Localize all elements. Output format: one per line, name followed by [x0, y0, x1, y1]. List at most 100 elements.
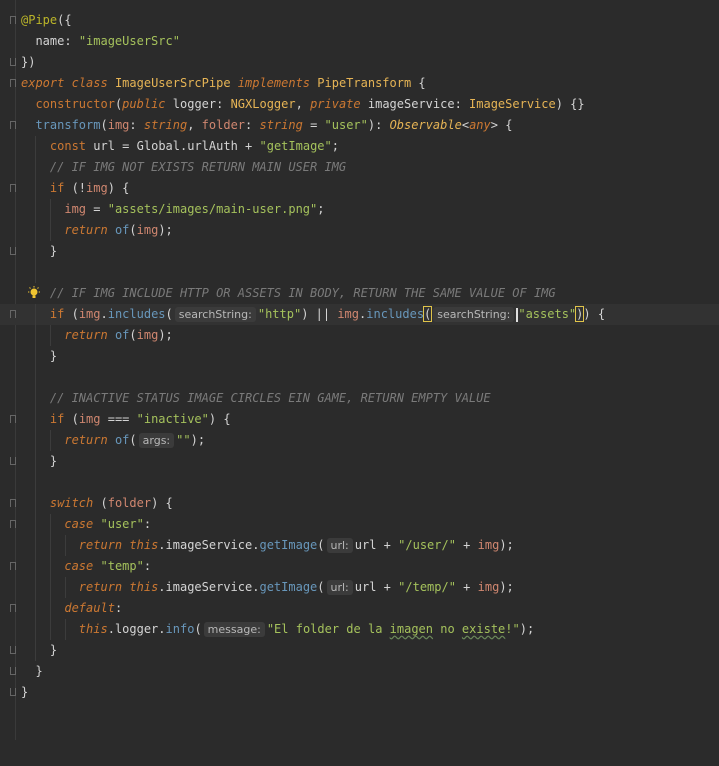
function-name: of: [114, 223, 130, 237]
string-literal: "/user/": [398, 538, 456, 552]
code-line-23: [0, 472, 719, 493]
fold-icon[interactable]: [10, 58, 16, 66]
keyword: constructor: [35, 97, 115, 111]
fold-icon[interactable]: [10, 499, 16, 507]
fold-icon[interactable]: [10, 646, 16, 654]
code-line-1: @Pipe({: [0, 10, 719, 31]
keyword: if: [49, 181, 65, 195]
fold-icon[interactable]: [10, 688, 16, 696]
fold-icon[interactable]: [10, 16, 16, 24]
keyword: default: [64, 601, 115, 615]
string-literal: "/temp/": [398, 580, 456, 594]
string-literal: "assets": [518, 307, 577, 321]
string-literal: "user": [100, 517, 144, 531]
parameter-hint: searchString:: [174, 307, 256, 322]
fold-icon[interactable]: [10, 457, 16, 465]
comment: // IF IMG INCLUDE HTTP OR ASSETS IN BODY…: [49, 286, 556, 300]
code-line-16: return of(img);: [0, 325, 719, 346]
string-literal: !": [505, 622, 520, 636]
fold-icon[interactable]: [10, 667, 16, 675]
parameter-hint: url:: [326, 580, 353, 595]
code-line-20: if (img === "inactive") {: [0, 409, 719, 430]
indent-guide: [35, 262, 36, 283]
keyword: export: [21, 76, 65, 90]
keyword: switch: [49, 496, 94, 510]
parameter: img: [477, 580, 500, 594]
method-name: getImage: [259, 538, 318, 552]
property-key: name: [35, 34, 65, 48]
comment: // INACTIVE STATUS IMAGE CIRCLES EIN GAM…: [49, 391, 491, 405]
code-line-24: switch (folder) {: [0, 493, 719, 514]
keyword: this: [129, 538, 159, 552]
method-name: includes: [366, 307, 425, 321]
code-line-9: if (!img) {: [0, 178, 719, 199]
fold-icon[interactable]: [10, 415, 16, 423]
parameter: img: [136, 223, 159, 237]
class-name: ImageUserSrcPipe: [114, 76, 231, 90]
method-name: getImage: [259, 580, 318, 594]
keyword: return: [78, 538, 123, 552]
code-line-2: name: "imageUserSrc": [35, 34, 180, 48]
code-editor[interactable]: @Pipe({ name: "imageUserSrc" }) export c…: [0, 0, 719, 740]
keyword: private: [310, 97, 361, 111]
keyword: if: [49, 412, 65, 426]
string-literal: "user": [324, 118, 368, 132]
code-line-22: }: [0, 451, 719, 472]
code-line-6: transform(img: string, folder: string = …: [0, 115, 719, 136]
code-line-3: }): [0, 52, 719, 73]
code-line-4: export class ImageUserSrcPipe implements…: [0, 73, 719, 94]
identifier: url: [354, 580, 377, 594]
string-literal: "getImage": [259, 139, 332, 153]
code-line-31: }: [0, 640, 719, 661]
type-name: any: [469, 118, 491, 132]
fold-icon[interactable]: [10, 310, 16, 318]
code-line-12: }: [0, 241, 719, 262]
string-literal: "temp": [100, 559, 144, 573]
function-name: of: [114, 433, 130, 447]
identifier: Global: [136, 139, 180, 153]
type-name: string: [259, 118, 303, 132]
parameter: img: [86, 181, 108, 195]
identifier: imageService: [165, 538, 253, 552]
type-name: string: [143, 118, 188, 132]
typo-word: existe: [461, 622, 506, 636]
parameter-hint: message:: [203, 622, 265, 637]
parameter: img: [78, 307, 101, 321]
parameter-hint: url:: [326, 538, 353, 553]
method-name: includes: [107, 307, 166, 321]
fold-icon[interactable]: [10, 184, 16, 192]
string-literal: no: [433, 622, 462, 636]
keyword: return: [64, 433, 108, 447]
decorator: @Pipe: [21, 13, 58, 27]
code-line-19: // INACTIVE STATUS IMAGE CIRCLES EIN GAM…: [0, 388, 719, 409]
parameter: folder: [107, 496, 152, 510]
parameter: folder: [201, 118, 246, 132]
identifier: imageService: [367, 97, 455, 111]
string-literal: "inactive": [136, 412, 209, 426]
fold-icon[interactable]: [10, 121, 16, 129]
fold-icon[interactable]: [10, 79, 16, 87]
fold-icon[interactable]: [10, 247, 16, 255]
string-literal: "assets/images/main-user.png": [107, 202, 318, 216]
comment: // IF IMG NOT EXISTS RETURN MAIN USER IM…: [49, 160, 347, 174]
keyword: public: [122, 97, 166, 111]
code-line-27: case "temp":: [0, 556, 719, 577]
code-line-28: return this.imageService.getImage(url: ur…: [0, 577, 719, 598]
parameter: img: [107, 118, 130, 132]
parameter: img: [477, 538, 500, 552]
keyword: return: [64, 223, 108, 237]
fold-icon[interactable]: [10, 520, 16, 528]
code-line-29: default:: [0, 598, 719, 619]
string-literal: "": [176, 433, 191, 447]
fold-icon[interactable]: [10, 562, 16, 570]
code-line-21: return of(args: "");: [0, 430, 719, 451]
fold-icon[interactable]: [10, 604, 16, 612]
string-literal: "imageUserSrc": [78, 34, 180, 48]
code-line-25: case "user":: [0, 514, 719, 535]
method-name: info: [165, 622, 195, 636]
indent-guide: [35, 367, 36, 388]
keyword: if: [49, 307, 65, 321]
keyword: class: [71, 76, 108, 90]
string-literal: "El folder de la: [266, 622, 390, 636]
code-line-33: }: [0, 682, 719, 703]
